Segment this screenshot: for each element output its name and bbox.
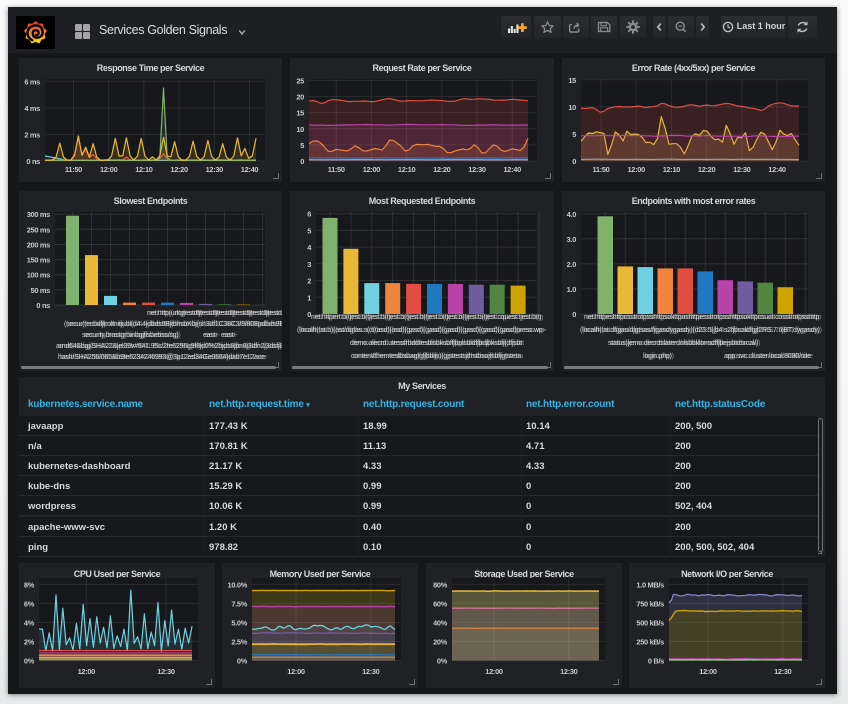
svg-text:12:00: 12:00	[485, 667, 503, 676]
svg-text:12:00: 12:00	[78, 667, 96, 676]
svg-text:12:00: 12:00	[363, 165, 381, 174]
svg-text:0 B/s: 0 B/s	[648, 657, 664, 666]
svg-text:12:00: 12:00	[100, 165, 118, 174]
svg-text:11:50: 11:50	[328, 165, 345, 174]
svg-text:12:30: 12:30	[733, 165, 751, 174]
svg-text:10: 10	[296, 125, 304, 134]
svg-text:6: 6	[307, 210, 311, 219]
svg-text:12:30: 12:30	[560, 667, 578, 676]
svg-text:12:40: 12:40	[768, 165, 786, 174]
svg-text:11:50: 11:50	[65, 165, 82, 174]
svg-text:12:00: 12:00	[699, 667, 717, 676]
svg-text:3.0: 3.0	[567, 235, 577, 244]
svg-text:2.5%: 2.5%	[231, 638, 247, 647]
svg-text:1.0: 1.0	[567, 285, 577, 294]
svg-text:7.5%: 7.5%	[231, 599, 247, 608]
svg-text:20: 20	[296, 93, 304, 102]
svg-text:20%: 20%	[433, 638, 448, 647]
svg-text:6 ms: 6 ms	[24, 77, 40, 86]
svg-text:25: 25	[296, 76, 304, 85]
svg-text:2.0: 2.0	[567, 260, 577, 269]
svg-text:100 ms: 100 ms	[27, 271, 50, 280]
svg-text:12:00: 12:00	[627, 165, 645, 174]
svg-text:12:30: 12:30	[362, 667, 380, 676]
svg-text:12:20: 12:20	[170, 165, 188, 174]
svg-text:1: 1	[307, 293, 311, 302]
svg-text:12:10: 12:10	[663, 165, 681, 174]
svg-text:0%: 0%	[24, 657, 35, 666]
svg-text:4.0: 4.0	[567, 210, 577, 219]
svg-text:12:40: 12:40	[503, 165, 521, 174]
svg-text:500 kB/s: 500 kB/s	[636, 618, 664, 627]
svg-text:5: 5	[307, 226, 311, 235]
svg-text:12:10: 12:10	[398, 165, 416, 174]
svg-text:12:40: 12:40	[241, 165, 259, 174]
svg-text:8%: 8%	[24, 580, 35, 589]
svg-text:0 ns: 0 ns	[26, 157, 40, 166]
svg-text:10: 10	[568, 103, 576, 112]
svg-text:4 ms: 4 ms	[24, 104, 40, 113]
svg-text:2%: 2%	[24, 638, 35, 647]
svg-text:1.0 MB/s: 1.0 MB/s	[636, 580, 664, 589]
svg-text:80%: 80%	[433, 580, 448, 589]
svg-text:10.0%: 10.0%	[228, 580, 248, 589]
svg-text:12:20: 12:20	[433, 165, 451, 174]
svg-text:40%: 40%	[433, 618, 448, 627]
svg-text:5: 5	[300, 141, 304, 150]
svg-text:0%: 0%	[237, 657, 248, 666]
svg-text:2: 2	[307, 277, 311, 286]
svg-text:0: 0	[300, 157, 304, 166]
svg-text:60%: 60%	[433, 599, 448, 608]
svg-text:4: 4	[307, 243, 312, 252]
svg-text:50 ms: 50 ms	[31, 286, 51, 295]
svg-text:12:30: 12:30	[206, 165, 224, 174]
svg-text:0%: 0%	[437, 657, 448, 666]
svg-text:15: 15	[568, 76, 576, 85]
svg-text:200 ms: 200 ms	[27, 241, 50, 250]
svg-text:0 ns: 0 ns	[36, 301, 50, 310]
svg-text:250 ms: 250 ms	[27, 225, 50, 234]
svg-text:12:10: 12:10	[135, 165, 153, 174]
svg-text:5.0%: 5.0%	[231, 619, 247, 628]
svg-text:12:00: 12:00	[287, 667, 305, 676]
svg-text:750 kB/s: 750 kB/s	[636, 599, 664, 608]
svg-text:2 ms: 2 ms	[24, 130, 40, 139]
svg-text:4%: 4%	[24, 618, 35, 627]
svg-text:12:30: 12:30	[157, 667, 175, 676]
svg-text:5: 5	[572, 130, 576, 139]
svg-text:6%: 6%	[24, 599, 35, 608]
svg-text:12:20: 12:20	[698, 165, 716, 174]
svg-text:150 ms: 150 ms	[27, 256, 50, 265]
svg-text:15: 15	[296, 109, 304, 118]
svg-text:11:50: 11:50	[593, 165, 610, 174]
svg-text:0: 0	[572, 157, 576, 166]
svg-text:3: 3	[307, 260, 311, 269]
svg-text:12:30: 12:30	[774, 667, 792, 676]
svg-text:300 ms: 300 ms	[27, 210, 50, 219]
svg-text:250 kB/s: 250 kB/s	[636, 638, 664, 647]
svg-text:12:30: 12:30	[468, 165, 486, 174]
